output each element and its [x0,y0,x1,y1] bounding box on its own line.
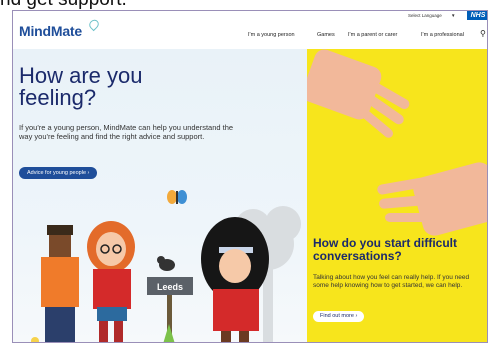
page-caption: nd get support. [0,0,490,9]
browser-page: MindMate Select Language ▼ NHS I'm a you… [12,10,488,343]
promo-text: Talking about how you feel can really he… [313,274,470,289]
promo-title: How do you start difficult conversations… [313,236,457,263]
site-logo[interactable]: MindMate [19,23,82,39]
nav-professional[interactable]: I'm a professional [421,32,464,38]
hero-panel: How are you feeling? If you're a young p… [13,49,307,342]
nav-parent-carer[interactable]: I'm a parent or carer [348,32,397,38]
bird-illustration [157,256,175,271]
lower-hand-illustration [377,162,487,236]
find-out-more-button[interactable]: Find out more › [313,311,365,322]
hero-illustration: Leeds [31,190,301,342]
language-select[interactable]: Select Language [408,13,442,18]
search-icon[interactable]: ⚲ [480,29,486,38]
nhs-badge: NHS [467,11,487,20]
hands-illustration [307,49,487,236]
boy-illustration [41,225,79,342]
heart-icon [87,17,101,32]
girl-glasses-illustration [87,221,135,342]
promo-panel: How do you start difficult conversations… [307,49,487,342]
nav-games[interactable]: Games [317,32,335,38]
butterfly-illustration [167,190,187,204]
upper-hand-illustration [307,49,410,138]
girl-black-hair-illustration [201,217,269,342]
nav-young-person[interactable]: I'm a young person [248,32,295,38]
site-header: MindMate Select Language ▼ NHS I'm a you… [13,11,487,49]
sign-text: Leeds [157,282,183,292]
chevron-down-icon[interactable]: ▼ [451,13,455,18]
